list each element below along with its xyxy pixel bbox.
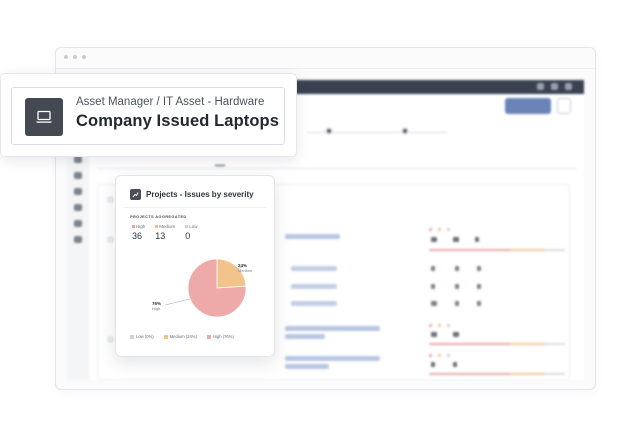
tab[interactable]: [239, 157, 247, 166]
slice-label-medium: 24% Medium: [238, 263, 252, 273]
slice-label-high-name: High: [152, 306, 161, 311]
tab-active[interactable]: [215, 157, 226, 166]
asset-title-card: Asset Manager / IT Asset - Hardware Comp…: [0, 73, 297, 157]
slice-label-high: 76% High: [152, 301, 161, 311]
help-icon[interactable]: [537, 83, 544, 90]
legend-swatch-high: [206, 334, 211, 339]
frame-divider: [56, 68, 595, 69]
legend-swatch-low: [130, 334, 134, 339]
asset-title-box: Asset Manager / IT Asset - Hardware Comp…: [11, 87, 285, 145]
legend-label-low: Low (0%): [136, 334, 154, 339]
notification-icon[interactable]: [551, 83, 558, 90]
leader-line-high: [164, 298, 191, 306]
checkbox[interactable]: [108, 237, 113, 242]
tab-bar: [101, 157, 247, 166]
more-button[interactable]: [557, 98, 571, 114]
sidebar-icon[interactable]: [74, 220, 82, 227]
export-link[interactable]: [529, 193, 535, 198]
sidebar-icon[interactable]: [74, 156, 82, 163]
tab[interactable]: [157, 157, 172, 166]
legend-item-low[interactable]: Low (0%): [130, 334, 154, 339]
sidebar-icon[interactable]: [74, 236, 82, 243]
tab[interactable]: [125, 157, 143, 166]
tab[interactable]: [101, 157, 111, 166]
tab[interactable]: [186, 157, 201, 166]
sidebar-icon[interactable]: [74, 172, 82, 179]
chart-legend: Low (0%) Medium (24%) High (76%): [130, 334, 234, 339]
legend-item-high[interactable]: High (76%): [206, 334, 234, 339]
primary-action-button[interactable]: [505, 98, 551, 114]
legend-label-medium: Medium (24%): [169, 334, 197, 339]
legend-item-medium[interactable]: Medium (24%): [163, 334, 197, 339]
severity-chart-card: Projects - Issues by severity PROJECTS A…: [115, 175, 275, 357]
legend-label-high: High (76%): [212, 334, 234, 339]
status-step: [401, 127, 409, 135]
breadcrumb[interactable]: Asset Manager / IT Asset - Hardware: [76, 96, 264, 108]
laptop-icon: [25, 98, 63, 136]
sidebar-icon[interactable]: [74, 188, 82, 195]
user-icon[interactable]: [565, 83, 572, 90]
checkbox[interactable]: [108, 337, 113, 342]
legend-swatch-medium: [163, 334, 168, 339]
stage: Asset Manager / IT Asset - Hardware Comp…: [0, 0, 640, 446]
slice-label-medium-name: Medium: [238, 268, 253, 273]
status-step: [325, 127, 333, 135]
checkbox[interactable]: [108, 197, 113, 202]
tab-divider: [97, 168, 577, 169]
window-dots: [64, 55, 86, 59]
sidebar-icon[interactable]: [74, 204, 82, 211]
page-title: Company Issued Laptops: [76, 112, 279, 130]
